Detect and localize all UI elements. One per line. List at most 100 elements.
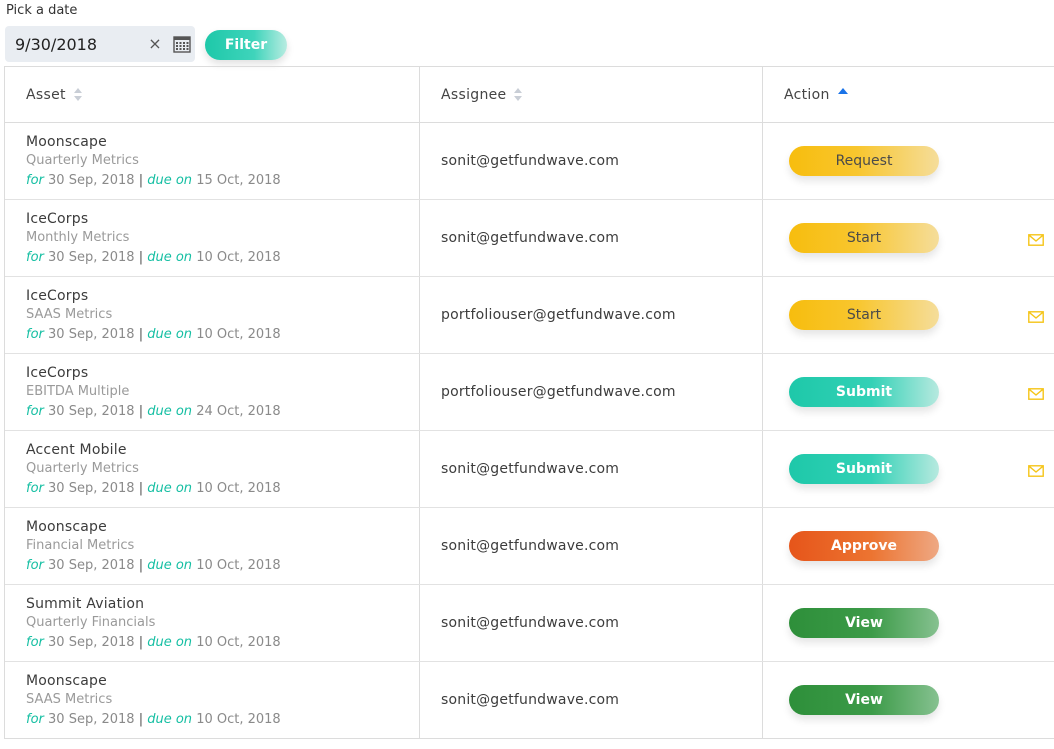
filter-button[interactable]: Filter: [205, 30, 287, 60]
table-row: IceCorps EBITDA Multiple for 30 Sep, 201…: [5, 354, 1054, 431]
table-row: IceCorps SAAS Metrics for 30 Sep, 2018 |…: [5, 277, 1054, 354]
due-label: due on: [147, 558, 193, 573]
action-cell: Approve: [763, 508, 1054, 584]
column-header-assignee[interactable]: Assignee: [420, 67, 763, 122]
due-label: due on: [147, 327, 193, 342]
asset-cell: IceCorps EBITDA Multiple for 30 Sep, 201…: [5, 354, 420, 430]
view-button[interactable]: View: [789, 685, 939, 715]
assignee-cell: sonit@getfundwave.com: [420, 662, 763, 738]
asset-dates: for 30 Sep, 2018 | due on 10 Oct, 2018: [26, 479, 419, 498]
column-header-action-label: Action: [784, 86, 830, 103]
assignee-email: sonit@getfundwave.com: [441, 615, 620, 631]
for-label: for: [26, 404, 44, 419]
date-picker[interactable]: ×: [5, 26, 195, 62]
asset-dates: for 30 Sep, 2018 | due on 10 Oct, 2018: [26, 633, 419, 652]
tasks-table: Asset Assignee Action Moonscape Quarterl…: [4, 66, 1054, 739]
submit-button[interactable]: Submit: [789, 454, 939, 484]
asset-name: Summit Aviation: [26, 596, 145, 612]
sort-icon[interactable]: [73, 87, 83, 103]
for-label: for: [26, 481, 44, 496]
table-row: Summit Aviation Quarterly Financials for…: [5, 585, 1054, 662]
start-button[interactable]: Start: [789, 223, 939, 253]
asset-metric-type: Quarterly Metrics: [26, 461, 139, 476]
action-cell: Start: [763, 277, 1054, 353]
asset-cell: IceCorps Monthly Metrics for 30 Sep, 201…: [5, 200, 420, 276]
assignee-email: sonit@getfundwave.com: [441, 461, 620, 477]
date-separator: |: [138, 712, 144, 727]
table-row: Moonscape Quarterly Metrics for 30 Sep, …: [5, 123, 1054, 200]
asset-metric-type: SAAS Metrics: [26, 307, 113, 322]
asset-metric-type: Quarterly Financials: [26, 615, 156, 630]
assignee-cell: sonit@getfundwave.com: [420, 123, 763, 199]
date-separator: |: [138, 558, 144, 573]
column-header-asset-label: Asset: [26, 86, 66, 103]
table-row: Accent Mobile Quarterly Metrics for 30 S…: [5, 431, 1054, 508]
date-separator: |: [138, 404, 144, 419]
due-date: 10 Oct, 2018: [196, 712, 281, 727]
sort-ascending-icon[interactable]: [837, 87, 848, 94]
assignee-cell: sonit@getfundwave.com: [420, 200, 763, 276]
asset-cell: Moonscape SAAS Metrics for 30 Sep, 2018 …: [5, 662, 420, 738]
asset-name: IceCorps: [26, 365, 89, 381]
due-date: 10 Oct, 2018: [196, 558, 281, 573]
action-cell: Submit: [763, 431, 1054, 507]
asset-dates: for 30 Sep, 2018 | due on 10 Oct, 2018: [26, 556, 419, 575]
column-header-action[interactable]: Action: [763, 67, 1054, 122]
asset-cell: Summit Aviation Quarterly Financials for…: [5, 585, 420, 661]
action-cell: View: [763, 662, 1054, 738]
asset-name: Accent Mobile: [26, 442, 127, 458]
asset-metric-type: Financial Metrics: [26, 538, 135, 553]
for-date: 30 Sep, 2018: [48, 404, 135, 419]
action-cell: Request: [763, 123, 1054, 199]
date-input[interactable]: [5, 26, 145, 62]
date-picker-label: Pick a date: [6, 3, 78, 18]
for-date: 30 Sep, 2018: [48, 712, 135, 727]
asset-dates: for 30 Sep, 2018 | due on 10 Oct, 2018: [26, 710, 419, 729]
asset-cell: Moonscape Quarterly Metrics for 30 Sep, …: [5, 123, 420, 199]
assignee-cell: portfoliouser@getfundwave.com: [420, 354, 763, 430]
column-header-asset[interactable]: Asset: [5, 67, 420, 122]
approve-button[interactable]: Approve: [789, 531, 939, 561]
mail-icon[interactable]: [1028, 233, 1044, 246]
due-date: 10 Oct, 2018: [196, 250, 281, 265]
for-label: for: [26, 635, 44, 650]
assignee-cell: sonit@getfundwave.com: [420, 431, 763, 507]
request-button[interactable]: Request: [789, 146, 939, 176]
assignee-email: portfoliouser@getfundwave.com: [441, 307, 676, 323]
for-date: 30 Sep, 2018: [48, 250, 135, 265]
asset-metric-type: Monthly Metrics: [26, 230, 130, 245]
asset-dates: for 30 Sep, 2018 | due on 24 Oct, 2018: [26, 402, 419, 421]
for-label: for: [26, 558, 44, 573]
assignee-email: sonit@getfundwave.com: [441, 153, 620, 169]
view-button[interactable]: View: [789, 608, 939, 638]
asset-dates: for 30 Sep, 2018 | due on 15 Oct, 2018: [26, 171, 419, 190]
table-row: Moonscape Financial Metrics for 30 Sep, …: [5, 508, 1054, 585]
sort-icon[interactable]: [513, 87, 523, 103]
submit-button[interactable]: Submit: [789, 377, 939, 407]
due-label: due on: [147, 173, 193, 188]
assignee-email: sonit@getfundwave.com: [441, 230, 620, 246]
mail-icon[interactable]: [1028, 464, 1044, 477]
assignee-email: sonit@getfundwave.com: [441, 692, 620, 708]
asset-dates: for 30 Sep, 2018 | due on 10 Oct, 2018: [26, 248, 419, 267]
action-cell: View: [763, 585, 1054, 661]
asset-name: Moonscape: [26, 519, 107, 535]
table-header: Asset Assignee Action: [5, 67, 1054, 123]
due-label: due on: [147, 250, 193, 265]
asset-metric-type: Quarterly Metrics: [26, 153, 139, 168]
asset-cell: Accent Mobile Quarterly Metrics for 30 S…: [5, 431, 420, 507]
due-date: 10 Oct, 2018: [196, 327, 281, 342]
table-row: IceCorps Monthly Metrics for 30 Sep, 201…: [5, 200, 1054, 277]
due-label: due on: [147, 481, 193, 496]
table-body: Moonscape Quarterly Metrics for 30 Sep, …: [5, 123, 1054, 739]
mail-icon[interactable]: [1028, 310, 1044, 323]
mail-icon[interactable]: [1028, 387, 1044, 400]
calendar-icon[interactable]: [173, 36, 191, 53]
date-separator: |: [138, 250, 144, 265]
clear-icon[interactable]: ×: [148, 36, 162, 52]
date-separator: |: [138, 173, 144, 188]
column-header-assignee-label: Assignee: [441, 86, 507, 103]
action-cell: Submit: [763, 354, 1054, 430]
start-button[interactable]: Start: [789, 300, 939, 330]
due-date: 10 Oct, 2018: [196, 481, 281, 496]
